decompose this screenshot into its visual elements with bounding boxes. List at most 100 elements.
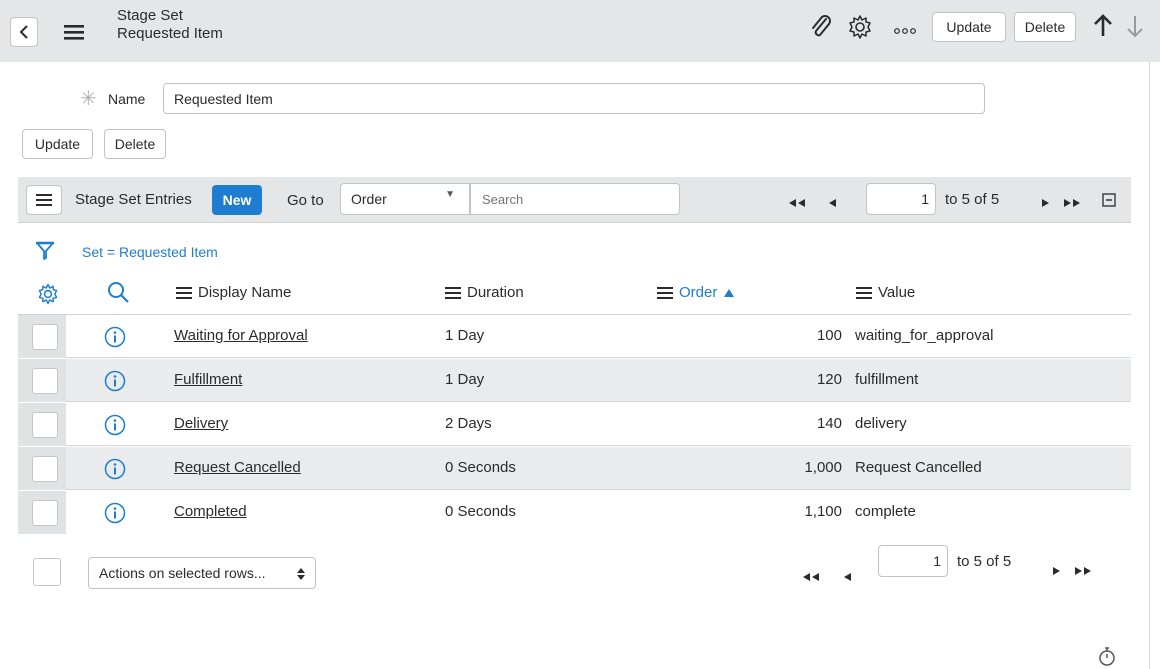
row-select-cell	[18, 447, 66, 490]
paperclip-icon	[812, 15, 831, 37]
filter-icon	[36, 241, 54, 260]
column-header-label: Duration	[467, 284, 524, 301]
info-icon[interactable]	[104, 370, 126, 392]
filter-breadcrumb[interactable]: Set = Requested Item	[82, 244, 218, 260]
back-button[interactable]	[10, 17, 38, 47]
arrow-up-icon	[1094, 14, 1112, 36]
new-button[interactable]: New	[212, 185, 262, 215]
order-cell: 1,100	[804, 503, 842, 520]
table-row[interactable]: Fulfillment 1 Day 120 fulfillment	[18, 359, 1131, 402]
row-checkbox[interactable]	[32, 324, 58, 350]
display-name-link[interactable]: Delivery	[174, 415, 228, 432]
table-row[interactable]: Waiting for Approval 1 Day 100 waiting_f…	[18, 315, 1131, 358]
goto-selected-value: Order	[351, 191, 387, 207]
first-page-button[interactable]	[802, 569, 820, 581]
chevron-left-icon	[829, 199, 836, 207]
hamburger-icon	[657, 286, 673, 299]
form-update-button[interactable]: Update	[22, 129, 93, 159]
list-title: Stage Set Entries	[75, 191, 192, 208]
sort-ascending-icon	[724, 288, 735, 297]
table-row[interactable]: Completed 0 Seconds 1,100 complete	[18, 491, 1131, 534]
value-cell: fulfillment	[855, 371, 919, 388]
info-icon[interactable]	[104, 414, 126, 436]
personalize-form-button[interactable]	[846, 13, 874, 41]
previous-page-button[interactable]	[843, 569, 853, 581]
display-name-link[interactable]: Request Cancelled	[174, 459, 301, 476]
goto-label: Go to	[287, 192, 324, 209]
display-name-link[interactable]: Waiting for Approval	[174, 327, 308, 344]
row-checkbox[interactable]	[32, 500, 58, 526]
filter-toggle-button[interactable]	[35, 240, 55, 264]
next-page-button[interactable]	[1040, 195, 1050, 207]
personalize-list-button[interactable]	[36, 282, 60, 306]
name-label: Name	[108, 91, 146, 107]
table-row[interactable]: Delivery 2 Days 140 delivery	[18, 403, 1131, 446]
row-select-cell	[18, 403, 66, 446]
attachment-button[interactable]	[808, 13, 832, 41]
context-menu-button[interactable]	[63, 22, 87, 42]
last-page-button[interactable]	[1074, 563, 1092, 575]
column-header-display-name[interactable]: Display Name	[176, 284, 291, 301]
name-input[interactable]	[163, 83, 985, 114]
column-header-duration[interactable]: Duration	[445, 284, 524, 301]
arrow-down-icon	[1127, 16, 1143, 38]
duration-cell: 2 Days	[445, 415, 492, 432]
order-cell: 1,000	[804, 459, 842, 476]
hamburger-icon	[36, 194, 52, 206]
chevron-left-icon	[844, 573, 851, 581]
last-page-button[interactable]	[1063, 195, 1081, 207]
collapse-list-button[interactable]	[1102, 193, 1116, 207]
vertical-scrollbar[interactable]	[1149, 62, 1150, 669]
next-page-button[interactable]	[1051, 563, 1061, 575]
more-options-button[interactable]	[893, 23, 917, 34]
previous-record-button[interactable]	[1092, 12, 1114, 40]
duration-cell: 0 Seconds	[445, 459, 516, 476]
page-number-input[interactable]	[866, 183, 936, 215]
footer-page-number-input[interactable]	[878, 545, 948, 577]
select-all-checkbox[interactable]	[33, 558, 61, 586]
info-icon[interactable]	[104, 458, 126, 480]
form-delete-button[interactable]: Delete	[104, 129, 166, 159]
header-delete-button[interactable]: Delete	[1014, 12, 1076, 42]
select-arrows-icon	[297, 568, 305, 580]
column-search-button[interactable]	[106, 280, 130, 304]
header-update-button[interactable]: Update	[932, 12, 1006, 42]
goto-field-select[interactable]: Order ▼	[340, 183, 470, 215]
search-input[interactable]	[470, 183, 680, 215]
table-row[interactable]: Request Cancelled 0 Seconds 1,000 Reques…	[18, 447, 1131, 490]
actions-select-label: Actions on selected rows...	[99, 565, 266, 581]
order-cell: 100	[816, 327, 842, 344]
row-checkbox[interactable]	[32, 412, 58, 438]
row-checkbox[interactable]	[32, 368, 58, 394]
value-cell: Request Cancelled	[855, 459, 982, 476]
chevron-right-icon	[1042, 199, 1049, 207]
first-page-button[interactable]	[788, 195, 806, 207]
column-header-label: Display Name	[198, 284, 292, 301]
column-header-label: Value	[878, 284, 916, 301]
column-header-value[interactable]: Value	[856, 284, 915, 301]
row-select-cell	[18, 359, 66, 402]
order-cell: 140	[816, 415, 842, 432]
row-checkbox[interactable]	[32, 456, 58, 482]
info-icon[interactable]	[104, 326, 126, 348]
value-cell: complete	[855, 503, 916, 520]
actions-select[interactable]: Actions on selected rows...	[88, 557, 316, 589]
display-name-link[interactable]: Completed	[174, 503, 247, 520]
search-icon	[108, 282, 129, 303]
form-title: Stage Set	[117, 7, 183, 24]
duration-cell: 1 Day	[445, 327, 485, 344]
chevron-left-icon	[19, 25, 28, 39]
info-icon[interactable]	[104, 502, 126, 524]
column-header-label: Order	[679, 284, 718, 301]
value-cell: waiting_for_approval	[855, 327, 994, 344]
response-time-button[interactable]	[1097, 645, 1117, 667]
previous-page-button[interactable]	[828, 195, 838, 207]
list-context-menu-button[interactable]	[26, 185, 62, 215]
display-name-link[interactable]: Fulfillment	[174, 371, 242, 388]
next-record-button[interactable]	[1124, 12, 1146, 40]
double-chevron-left-icon	[789, 199, 805, 207]
duration-cell: 0 Seconds	[445, 503, 516, 520]
row-select-cell	[18, 315, 66, 358]
column-header-order[interactable]: Order	[657, 284, 735, 301]
hamburger-icon	[64, 25, 84, 40]
